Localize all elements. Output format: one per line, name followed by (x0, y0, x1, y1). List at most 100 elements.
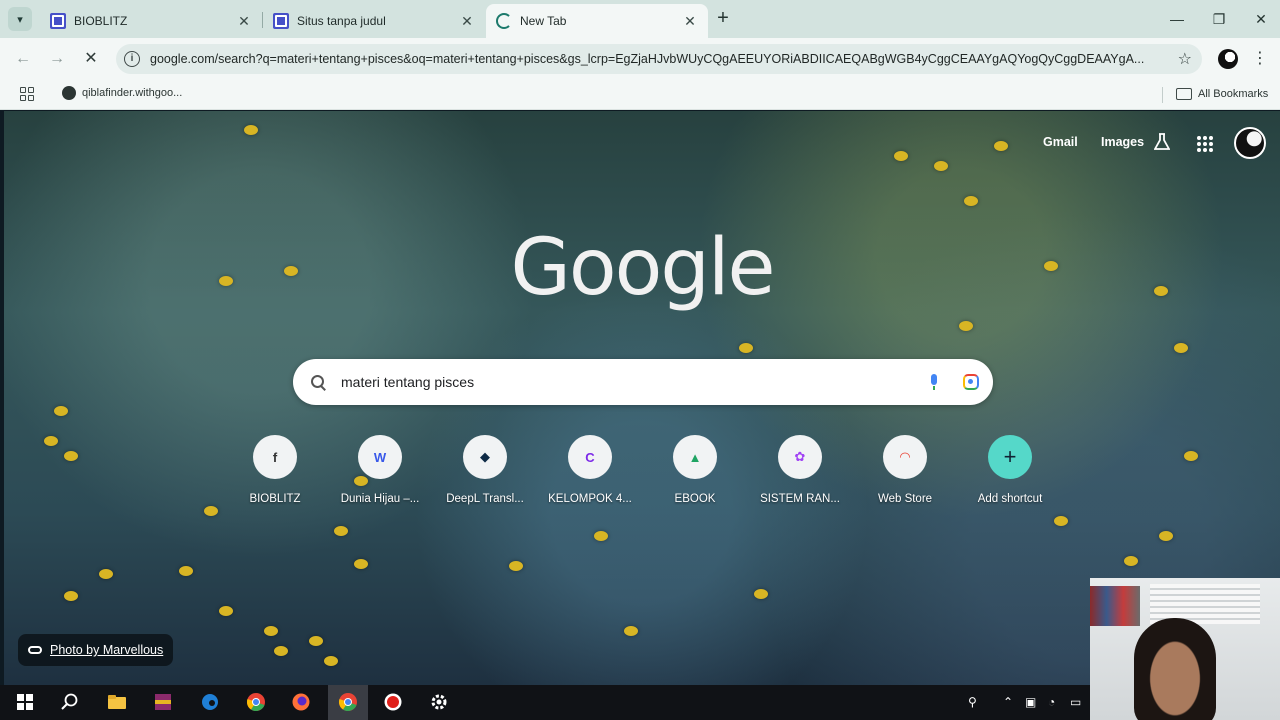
forward-arrow-icon[interactable]: → (46, 48, 68, 70)
shortcut-deepl[interactable]: ◆ DeepL Transl... (435, 435, 535, 505)
background-flower (204, 506, 218, 516)
tab-title: BIOBLITZ (74, 14, 128, 28)
bookmark-qiblafinder[interactable]: qiblafinder.withgoo... (62, 86, 182, 100)
canva-icon: C (568, 435, 612, 479)
photo-credit-link[interactable]: Photo by Marvellous (18, 634, 174, 666)
people-icon[interactable]: ⚲ (968, 695, 977, 709)
plus-icon: + (988, 435, 1032, 479)
bookmarks-divider (1162, 87, 1163, 103)
edge-icon[interactable] (200, 692, 220, 712)
back-arrow-icon[interactable]: ← (12, 48, 34, 70)
search-box[interactable]: materi tentang pisces (293, 359, 993, 405)
winrar-icon[interactable] (153, 692, 173, 712)
add-shortcut-button[interactable]: + Add shortcut (960, 435, 1060, 505)
minimize-icon[interactable]: — (1166, 8, 1188, 30)
gmail-link[interactable]: Gmail (1043, 135, 1078, 149)
tab-title: Situs tanpa judul (297, 14, 386, 28)
background-flower (739, 343, 753, 353)
webcam-person (1134, 618, 1216, 720)
search-icon (311, 375, 325, 389)
labs-flask-icon[interactable] (1154, 133, 1170, 151)
background-flower (64, 591, 78, 601)
shortcut-label: KELOMPOK 4... (548, 493, 632, 505)
tab-title: New Tab (520, 14, 567, 28)
shortcut-favicon-icon: f (253, 435, 297, 479)
settings-gear-icon[interactable] (429, 692, 449, 712)
close-icon[interactable]: ✕ (459, 13, 475, 30)
background-flower (324, 656, 338, 666)
google-drive-icon: ▲ (673, 435, 717, 479)
microphone-icon[interactable] (929, 374, 939, 390)
shortcut-dunia-hijau[interactable]: W Dunia Hijau –... (330, 435, 430, 505)
background-flower (1174, 343, 1188, 353)
tab-new-tab[interactable]: New Tab ✕ (486, 4, 708, 38)
loading-spinner-icon (496, 13, 512, 29)
shortcut-bioblitz[interactable]: f BIOBLITZ (225, 435, 325, 505)
tray-app-icon[interactable]: ▣ (1025, 695, 1036, 709)
shortcut-label: EBOOK (674, 493, 716, 505)
tab-situs-tanpa-judul[interactable]: Situs tanpa judul ✕ (263, 4, 485, 38)
apps-grid-icon[interactable] (20, 87, 34, 101)
background-flower (964, 196, 978, 206)
google-apps-icon[interactable] (1197, 136, 1213, 152)
all-bookmarks-link[interactable]: All Bookmarks (1198, 88, 1268, 100)
battery-icon[interactable]: ▭ (1070, 695, 1081, 709)
window-close-icon[interactable]: ✕ (1250, 8, 1272, 30)
chrome-web-store-icon: ◠ (883, 435, 927, 479)
background-flower (244, 125, 258, 135)
background-flower (894, 151, 908, 161)
globe-icon (62, 86, 76, 100)
close-icon[interactable]: ✕ (682, 13, 698, 30)
background-flower (624, 626, 638, 636)
close-icon[interactable]: ✕ (236, 13, 252, 30)
photo-credit-text: Photo by Marvellous (50, 643, 164, 657)
shortcut-sistem-ran[interactable]: ✿ SISTEM RAN... (750, 435, 850, 505)
background-flower (274, 646, 288, 656)
chrome-active-icon[interactable] (338, 692, 358, 712)
images-link[interactable]: Images (1101, 135, 1144, 149)
background-flower (1159, 531, 1173, 541)
address-url[interactable]: google.com/search?q=materi+tentang+pisce… (150, 52, 1170, 66)
windows-start-icon[interactable] (17, 694, 33, 710)
shortcut-label: BIOBLITZ (249, 493, 301, 505)
firefox-icon[interactable] (291, 692, 311, 712)
google-lens-icon[interactable] (963, 374, 979, 390)
shortcut-web-store[interactable]: ◠ Web Store (855, 435, 955, 505)
google-forms-icon (50, 13, 66, 29)
site-info-icon[interactable]: i (124, 51, 140, 67)
link-icon (28, 646, 42, 654)
folder-icon[interactable] (1176, 88, 1192, 100)
address-bar[interactable]: i google.com/search?q=materi+tentang+pis… (116, 44, 1202, 74)
tab-strip: ▾ BIOBLITZ ✕ Situs tanpa judul ✕ New Tab… (0, 0, 1280, 38)
wordpress-icon: W (358, 435, 402, 479)
bookmark-star-icon[interactable]: ☆ (1178, 49, 1192, 69)
search-input[interactable]: materi tentang pisces (341, 374, 929, 390)
tab-bioblitz[interactable]: BIOBLITZ ✕ (40, 4, 262, 38)
shortcut-kelompok-4[interactable]: C KELOMPOK 4... (540, 435, 640, 505)
wifi-icon[interactable]: ◔ (1048, 695, 1055, 709)
shortcut-ebook[interactable]: ▲ EBOOK (645, 435, 745, 505)
account-avatar[interactable] (1234, 127, 1266, 159)
background-flower (179, 566, 193, 576)
profile-avatar-icon[interactable] (1218, 49, 1238, 69)
chrome-icon[interactable] (246, 692, 266, 712)
background-flower (309, 636, 323, 646)
new-tab-button[interactable]: + (712, 8, 734, 30)
restore-icon[interactable]: ❐ (1208, 8, 1230, 30)
webcam-overlay (1090, 578, 1280, 720)
search-icon[interactable] (60, 692, 80, 712)
more-menu-icon[interactable]: ⋮ (1252, 48, 1268, 70)
background-flower (99, 569, 113, 579)
bookmarks-bar: qiblafinder.withgoo... All Bookmarks (0, 80, 1280, 110)
background-flower (54, 406, 68, 416)
shortcut-label: DeepL Transl... (446, 493, 524, 505)
file-explorer-icon[interactable] (107, 692, 127, 712)
background-flower (219, 606, 233, 616)
screen-recorder-icon[interactable] (383, 692, 403, 712)
tray-chevron-up-icon[interactable]: ⌃ (1003, 695, 1013, 709)
background-flower (509, 561, 523, 571)
browser-toolbar: ← → ✕ i google.com/search?q=materi+tenta… (0, 38, 1280, 80)
stop-loading-icon[interactable]: ✕ (80, 48, 102, 70)
deepl-icon: ◆ (463, 435, 507, 479)
tab-search-button[interactable]: ▾ (8, 7, 32, 31)
